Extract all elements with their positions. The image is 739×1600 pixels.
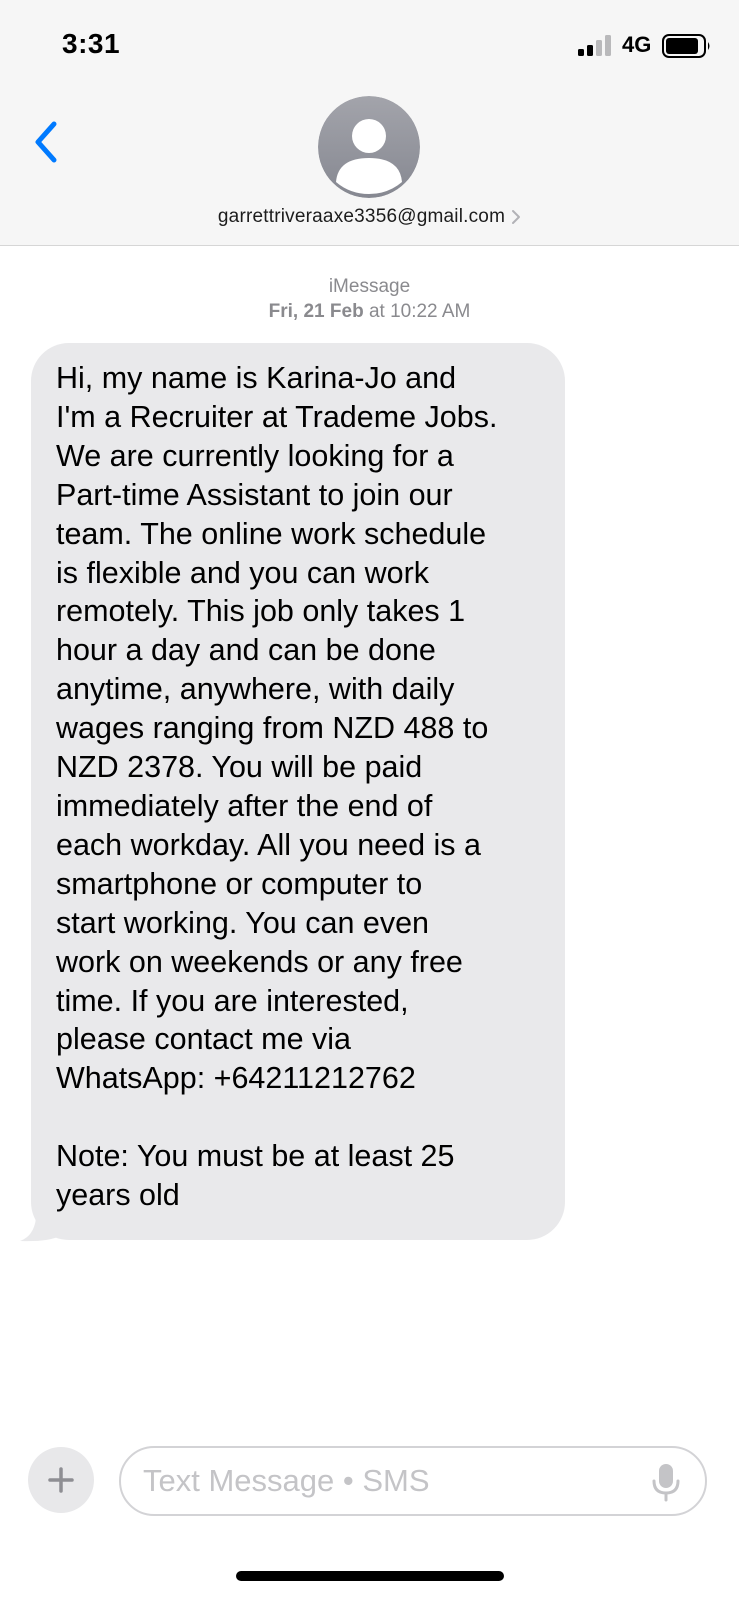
conversation-meta: iMessage Fri, 21 Feb at 10:22 AM — [0, 274, 739, 324]
apps-button[interactable] — [28, 1447, 94, 1513]
back-button[interactable] — [24, 112, 68, 172]
contact-avatar[interactable] — [318, 96, 420, 198]
status-time: 3:31 — [62, 28, 121, 59]
service-label: iMessage — [328, 276, 411, 297]
message-composer — [119, 1446, 707, 1516]
contact-address: garrettriveraaxe3356@gmail.com — [217, 206, 506, 227]
messages-screen: 3:31 4G garrettriveraaxe3356@gmail.com i… — [0, 0, 739, 1600]
chevron-right-icon — [512, 210, 521, 224]
chevron-left-icon — [35, 121, 57, 163]
message-date: Fri, 21 Feb — [268, 301, 364, 322]
cellular-signal-icon — [578, 35, 611, 56]
message-time: 10:22 AM — [390, 301, 471, 322]
message-time-prefix: at — [363, 301, 391, 322]
microphone-icon[interactable] — [649, 1462, 683, 1502]
conversation-header: 3:31 4G garrettriveraaxe3356@gmail.com — [0, 0, 739, 246]
contact-details-link[interactable]: garrettriveraaxe3356@gmail.com — [0, 206, 739, 228]
message-input[interactable] — [143, 1448, 633, 1514]
plus-icon — [48, 1467, 74, 1493]
message-timestamp: Fri, 21 Feb at 10:22 AM — [0, 299, 739, 324]
home-indicator[interactable] — [236, 1571, 504, 1581]
person-icon — [318, 96, 420, 198]
network-type: 4G — [622, 32, 652, 57]
battery-icon — [662, 34, 710, 58]
received-message-bubble[interactable]: Hi, my name is Karina-Jo and I'm a Recru… — [31, 343, 565, 1240]
